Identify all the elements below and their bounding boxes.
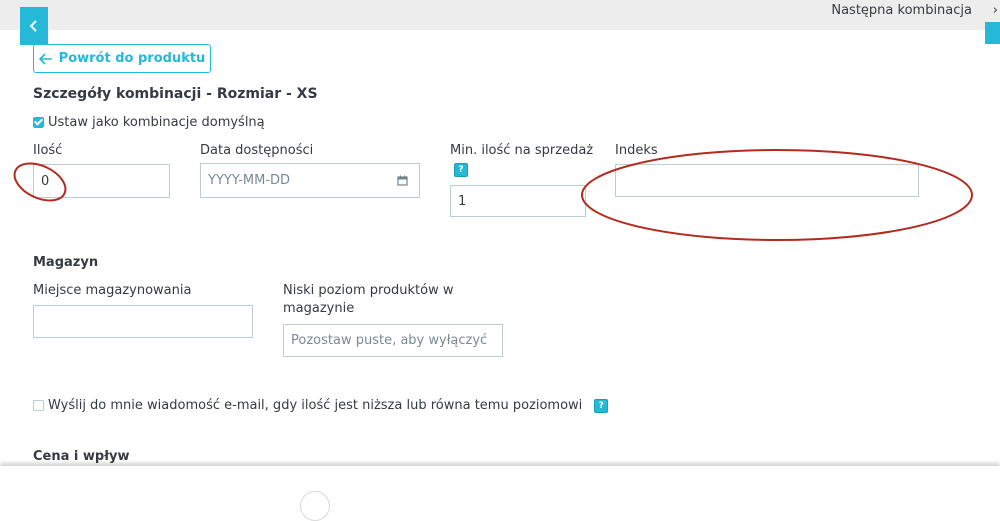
low-stock-label-line2: magazynie: [283, 301, 355, 316]
calendar-icon: [397, 175, 408, 186]
calendar-button[interactable]: [386, 163, 420, 198]
bottom-overlay-panel: [0, 466, 1000, 496]
email-alert-help-icon[interactable]: ?: [594, 398, 609, 413]
annotation-overlay: [13, 149, 973, 241]
default-combination-checkbox[interactable]: [33, 117, 44, 128]
email-alert-label: Wyślij do mnie wiadomość e-mail, gdy ilo…: [48, 398, 583, 413]
reference-input[interactable]: [615, 164, 919, 197]
availability-date-input[interactable]: YYYY-MM-DD: [200, 163, 387, 198]
reference-label: Indeks: [615, 143, 658, 158]
price-impact-heading: Cena i wpływ: [33, 449, 130, 464]
default-combination-label: Ustaw jako kombinacje domyślną: [48, 115, 265, 130]
min-quantity-input[interactable]: 1: [450, 185, 586, 217]
stock-location-label: Miejsce magazynowania: [33, 283, 192, 298]
low-stock-label-line1: Niski poziom produktów w: [283, 283, 454, 298]
email-alert-checkbox[interactable]: [33, 400, 44, 411]
page-title: Szczegóły kombinacji - Rozmiar - XS: [33, 86, 318, 102]
expand-panel-button[interactable]: [985, 22, 1000, 44]
stock-location-input[interactable]: [33, 305, 253, 338]
arrow-left-icon: [38, 52, 52, 65]
back-to-product-button[interactable]: Powrót do produktu: [33, 44, 211, 73]
min-quantity-help-icon[interactable]: ?: [454, 163, 468, 177]
email-alert-option[interactable]: Wyślij do mnie wiadomość e-mail, gdy ilo…: [33, 398, 609, 413]
chevron-right-icon[interactable]: ›: [993, 3, 998, 18]
quantity-label: Ilość: [33, 143, 63, 158]
stock-heading: Magazyn: [33, 255, 99, 270]
default-combination-option[interactable]: Ustaw jako kombinacje domyślną: [33, 115, 265, 130]
chevron-left-icon: [29, 20, 37, 32]
min-quantity-label: Min. ilość na sprzedaż: [450, 143, 594, 158]
back-button-label: Powrót do produktu: [58, 51, 206, 66]
availability-date-label: Data dostępności: [200, 143, 314, 158]
quantity-input[interactable]: 0: [33, 164, 170, 198]
low-stock-input[interactable]: Pozostaw puste, aby wyłączyć: [283, 324, 503, 357]
collapse-panel-button[interactable]: [20, 7, 48, 45]
next-combination-link[interactable]: Następna kombinacja: [831, 3, 972, 18]
